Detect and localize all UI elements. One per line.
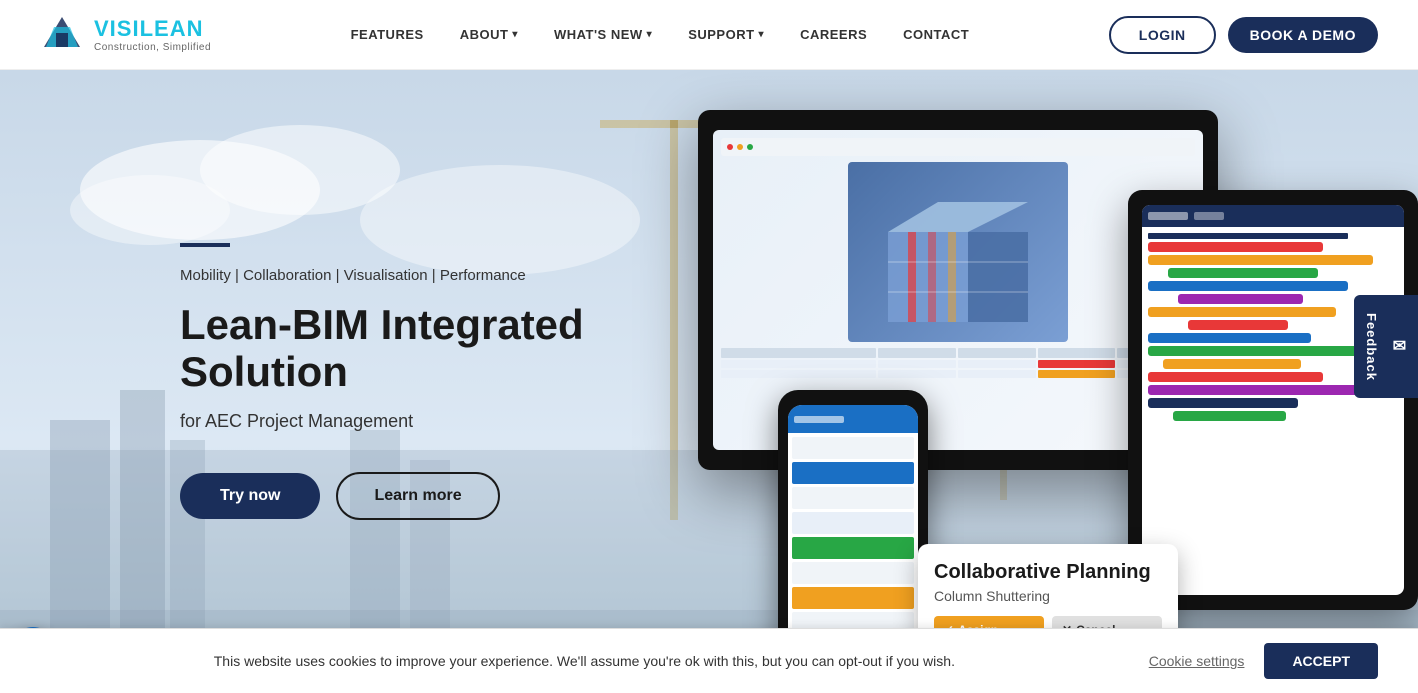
tablet-screen [1142,205,1404,595]
gantt-header [1148,233,1348,239]
chevron-down-icon: ▾ [647,29,653,40]
nav-about[interactable]: ABOUT▾ [446,19,532,50]
gantt-bar-4 [1148,281,1348,291]
hero-devices: Collaborative Planning Column Shuttering… [698,110,1418,690]
building-3d-svg [858,172,1058,332]
phone-header [788,405,918,433]
nav-contact[interactable]: CONTACT [889,19,983,50]
hero-buttons: Try now Learn more [180,472,620,520]
logo-tagline: Construction, Simplified [94,42,211,53]
learn-more-button[interactable]: Learn more [336,472,499,520]
gantt-bar-8 [1148,333,1311,343]
cookie-settings-button[interactable]: Cookie settings [1149,653,1245,669]
collab-card-title: Collaborative Planning [934,560,1162,584]
hero-subtitle: for AEC Project Management [180,411,620,432]
gantt-bar-3 [1168,268,1318,278]
nav-features[interactable]: FEATURES [337,19,438,50]
accept-cookies-button[interactable]: ACCEPT [1264,643,1378,679]
navbar: VISILEAN Construction, Simplified FEATUR… [0,0,1418,70]
gantt-bar-1 [1148,242,1323,252]
login-button[interactable]: LOGIN [1109,16,1216,54]
gantt-bar-13 [1148,398,1298,408]
hero-section: Mobility | Collaboration | Visualisation… [0,70,1418,693]
logo-visi: VISI [94,16,140,41]
toolbar-dot-green [747,144,753,150]
toolbar-dot-yellow [737,144,743,150]
book-demo-button[interactable]: BOOK A DEMO [1228,17,1378,53]
toolbar-dot-red [727,144,733,150]
chevron-down-icon: ▾ [512,29,518,40]
tablet-header [1142,205,1404,227]
logo-icon [40,13,84,57]
hero-content: Mobility | Collaboration | Visualisation… [0,243,620,519]
gantt-bar-12 [1148,385,1373,395]
cookie-banner: This website uses cookies to improve you… [0,628,1418,693]
hero-title: Lean-BIM Integrated Solution [180,302,620,394]
logo-text: VISILEAN Construction, Simplified [94,16,211,53]
feedback-label: Feedback [1364,313,1379,381]
gantt-bar-11 [1148,372,1323,382]
hero-tagline: Mobility | Collaboration | Visualisation… [180,267,620,284]
laptop-row-2 [721,370,1195,378]
nav-support[interactable]: SUPPORT▾ [674,19,778,50]
collab-card-subtitle: Column Shuttering [934,588,1162,604]
gantt-bar-7 [1188,320,1288,330]
chevron-down-icon: ▾ [759,29,765,40]
feedback-tab[interactable]: ✉ Feedback [1354,295,1418,399]
cookie-text: This website uses cookies to improve you… [40,653,1129,669]
feedback-icon: ✉ [1389,336,1408,356]
laptop-spreadsheet-header [721,348,1195,358]
laptop-3d-view [848,162,1068,342]
gantt-bar-5 [1178,294,1303,304]
navbar-actions: LOGIN BOOK A DEMO [1109,16,1378,54]
logo[interactable]: VISILEAN Construction, Simplified [40,13,211,57]
try-now-button[interactable]: Try now [180,473,320,519]
laptop-toolbar [721,138,1195,156]
gantt-bar-14 [1173,411,1286,421]
laptop-row-1 [721,360,1195,368]
navbar-nav: FEATURES ABOUT▾ WHAT'S NEW▾ SUPPORT▾ CAR… [337,19,984,50]
gantt-bar-2 [1148,255,1373,265]
gantt-bar-6 [1148,307,1336,317]
gantt-bar-10 [1163,359,1301,369]
hero-accent-line [180,243,230,247]
gantt-bar-9 [1148,346,1361,356]
nav-careers[interactable]: CAREERS [786,19,881,50]
logo-lean: LEAN [140,16,204,41]
nav-whats-new[interactable]: WHAT'S NEW▾ [540,19,666,50]
